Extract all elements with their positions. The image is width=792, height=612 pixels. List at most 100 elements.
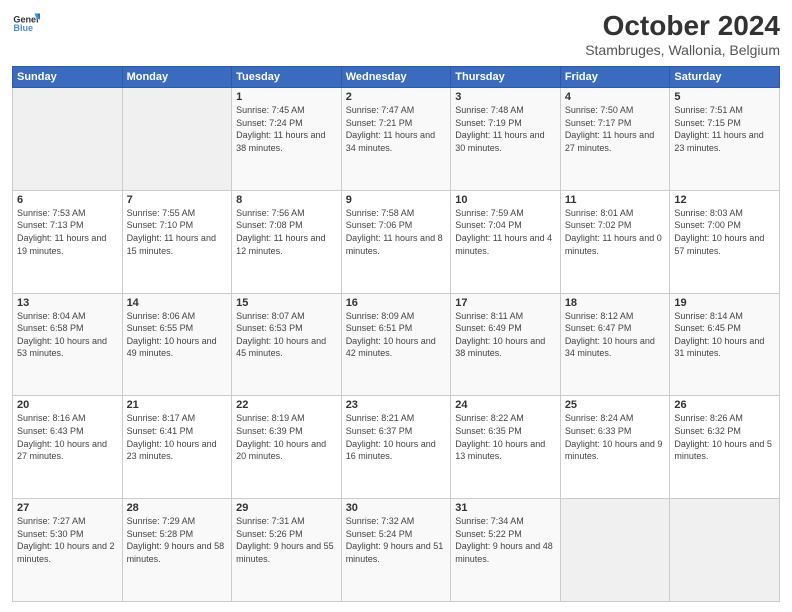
calendar-cell: 2Sunrise: 7:47 AMSunset: 7:21 PMDaylight… — [341, 88, 451, 191]
calendar-cell: 20Sunrise: 8:16 AMSunset: 6:43 PMDayligh… — [13, 396, 123, 499]
calendar-header-sunday: Sunday — [13, 67, 123, 88]
day-info: Sunrise: 8:21 AMSunset: 6:37 PMDaylight:… — [346, 412, 447, 462]
day-info: Sunrise: 8:19 AMSunset: 6:39 PMDaylight:… — [236, 412, 337, 462]
day-info: Sunrise: 8:11 AMSunset: 6:49 PMDaylight:… — [455, 310, 556, 360]
calendar-table: SundayMondayTuesdayWednesdayThursdayFrid… — [12, 66, 780, 602]
calendar-cell: 13Sunrise: 8:04 AMSunset: 6:58 PMDayligh… — [13, 293, 123, 396]
calendar-cell: 31Sunrise: 7:34 AMSunset: 5:22 PMDayligh… — [451, 499, 561, 602]
calendar-cell: 16Sunrise: 8:09 AMSunset: 6:51 PMDayligh… — [341, 293, 451, 396]
calendar-cell: 7Sunrise: 7:55 AMSunset: 7:10 PMDaylight… — [122, 190, 232, 293]
day-number: 16 — [346, 297, 447, 309]
day-number: 26 — [674, 399, 775, 411]
calendar-cell: 22Sunrise: 8:19 AMSunset: 6:39 PMDayligh… — [232, 396, 342, 499]
calendar-cell: 27Sunrise: 7:27 AMSunset: 5:30 PMDayligh… — [13, 499, 123, 602]
calendar-cell: 19Sunrise: 8:14 AMSunset: 6:45 PMDayligh… — [670, 293, 780, 396]
day-number: 8 — [236, 194, 337, 206]
day-info: Sunrise: 7:59 AMSunset: 7:04 PMDaylight:… — [455, 207, 556, 257]
calendar-week-row: 20Sunrise: 8:16 AMSunset: 6:43 PMDayligh… — [13, 396, 780, 499]
day-number: 30 — [346, 502, 447, 514]
day-info: Sunrise: 7:31 AMSunset: 5:26 PMDaylight:… — [236, 515, 337, 565]
day-info: Sunrise: 8:09 AMSunset: 6:51 PMDaylight:… — [346, 310, 447, 360]
day-info: Sunrise: 7:56 AMSunset: 7:08 PMDaylight:… — [236, 207, 337, 257]
calendar-cell: 1Sunrise: 7:45 AMSunset: 7:24 PMDaylight… — [232, 88, 342, 191]
calendar-header-saturday: Saturday — [670, 67, 780, 88]
calendar-cell: 8Sunrise: 7:56 AMSunset: 7:08 PMDaylight… — [232, 190, 342, 293]
calendar-cell: 9Sunrise: 7:58 AMSunset: 7:06 PMDaylight… — [341, 190, 451, 293]
calendar-cell: 12Sunrise: 8:03 AMSunset: 7:00 PMDayligh… — [670, 190, 780, 293]
calendar-body: 1Sunrise: 7:45 AMSunset: 7:24 PMDaylight… — [13, 88, 780, 602]
calendar-cell: 14Sunrise: 8:06 AMSunset: 6:55 PMDayligh… — [122, 293, 232, 396]
calendar-cell: 28Sunrise: 7:29 AMSunset: 5:28 PMDayligh… — [122, 499, 232, 602]
calendar-header-tuesday: Tuesday — [232, 67, 342, 88]
subtitle: Stambruges, Wallonia, Belgium — [585, 42, 780, 58]
day-info: Sunrise: 7:29 AMSunset: 5:28 PMDaylight:… — [127, 515, 228, 565]
day-number: 17 — [455, 297, 556, 309]
calendar-cell — [560, 499, 670, 602]
calendar-header-thursday: Thursday — [451, 67, 561, 88]
main-title: October 2024 — [585, 10, 780, 42]
calendar-cell: 29Sunrise: 7:31 AMSunset: 5:26 PMDayligh… — [232, 499, 342, 602]
calendar-cell: 23Sunrise: 8:21 AMSunset: 6:37 PMDayligh… — [341, 396, 451, 499]
day-info: Sunrise: 7:32 AMSunset: 5:24 PMDaylight:… — [346, 515, 447, 565]
day-info: Sunrise: 7:34 AMSunset: 5:22 PMDaylight:… — [455, 515, 556, 565]
day-number: 27 — [17, 502, 118, 514]
day-number: 15 — [236, 297, 337, 309]
day-number: 31 — [455, 502, 556, 514]
svg-text:Blue: Blue — [13, 23, 33, 33]
calendar-cell: 4Sunrise: 7:50 AMSunset: 7:17 PMDaylight… — [560, 88, 670, 191]
title-block: October 2024 Stambruges, Wallonia, Belgi… — [585, 10, 780, 58]
calendar-cell: 24Sunrise: 8:22 AMSunset: 6:35 PMDayligh… — [451, 396, 561, 499]
day-info: Sunrise: 8:24 AMSunset: 6:33 PMDaylight:… — [565, 412, 666, 462]
calendar-cell — [122, 88, 232, 191]
day-info: Sunrise: 8:22 AMSunset: 6:35 PMDaylight:… — [455, 412, 556, 462]
day-number: 28 — [127, 502, 228, 514]
calendar-cell — [13, 88, 123, 191]
calendar-cell: 30Sunrise: 7:32 AMSunset: 5:24 PMDayligh… — [341, 499, 451, 602]
day-info: Sunrise: 7:47 AMSunset: 7:21 PMDaylight:… — [346, 104, 447, 154]
calendar-header-wednesday: Wednesday — [341, 67, 451, 88]
day-number: 23 — [346, 399, 447, 411]
day-number: 19 — [674, 297, 775, 309]
calendar-cell: 5Sunrise: 7:51 AMSunset: 7:15 PMDaylight… — [670, 88, 780, 191]
day-info: Sunrise: 8:06 AMSunset: 6:55 PMDaylight:… — [127, 310, 228, 360]
calendar-cell: 3Sunrise: 7:48 AMSunset: 7:19 PMDaylight… — [451, 88, 561, 191]
day-number: 1 — [236, 91, 337, 103]
day-info: Sunrise: 7:45 AMSunset: 7:24 PMDaylight:… — [236, 104, 337, 154]
day-info: Sunrise: 8:26 AMSunset: 6:32 PMDaylight:… — [674, 412, 775, 462]
calendar-week-row: 1Sunrise: 7:45 AMSunset: 7:24 PMDaylight… — [13, 88, 780, 191]
day-info: Sunrise: 8:17 AMSunset: 6:41 PMDaylight:… — [127, 412, 228, 462]
calendar-cell: 11Sunrise: 8:01 AMSunset: 7:02 PMDayligh… — [560, 190, 670, 293]
day-number: 20 — [17, 399, 118, 411]
day-info: Sunrise: 8:12 AMSunset: 6:47 PMDaylight:… — [565, 310, 666, 360]
day-number: 9 — [346, 194, 447, 206]
day-number: 12 — [674, 194, 775, 206]
day-number: 3 — [455, 91, 556, 103]
calendar-cell: 17Sunrise: 8:11 AMSunset: 6:49 PMDayligh… — [451, 293, 561, 396]
day-info: Sunrise: 8:01 AMSunset: 7:02 PMDaylight:… — [565, 207, 666, 257]
calendar-week-row: 13Sunrise: 8:04 AMSunset: 6:58 PMDayligh… — [13, 293, 780, 396]
day-number: 25 — [565, 399, 666, 411]
day-info: Sunrise: 7:48 AMSunset: 7:19 PMDaylight:… — [455, 104, 556, 154]
calendar-cell: 21Sunrise: 8:17 AMSunset: 6:41 PMDayligh… — [122, 396, 232, 499]
day-number: 18 — [565, 297, 666, 309]
calendar-cell — [670, 499, 780, 602]
calendar-header-row: SundayMondayTuesdayWednesdayThursdayFrid… — [13, 67, 780, 88]
day-info: Sunrise: 7:53 AMSunset: 7:13 PMDaylight:… — [17, 207, 118, 257]
calendar-cell: 10Sunrise: 7:59 AMSunset: 7:04 PMDayligh… — [451, 190, 561, 293]
day-number: 22 — [236, 399, 337, 411]
day-number: 2 — [346, 91, 447, 103]
day-info: Sunrise: 8:07 AMSunset: 6:53 PMDaylight:… — [236, 310, 337, 360]
calendar-week-row: 27Sunrise: 7:27 AMSunset: 5:30 PMDayligh… — [13, 499, 780, 602]
page-header: General Blue October 2024 Stambruges, Wa… — [12, 10, 780, 58]
day-info: Sunrise: 7:58 AMSunset: 7:06 PMDaylight:… — [346, 207, 447, 257]
calendar-header-monday: Monday — [122, 67, 232, 88]
day-number: 29 — [236, 502, 337, 514]
day-info: Sunrise: 7:50 AMSunset: 7:17 PMDaylight:… — [565, 104, 666, 154]
day-info: Sunrise: 8:14 AMSunset: 6:45 PMDaylight:… — [674, 310, 775, 360]
day-number: 13 — [17, 297, 118, 309]
day-info: Sunrise: 8:16 AMSunset: 6:43 PMDaylight:… — [17, 412, 118, 462]
day-number: 5 — [674, 91, 775, 103]
day-number: 10 — [455, 194, 556, 206]
day-info: Sunrise: 8:03 AMSunset: 7:00 PMDaylight:… — [674, 207, 775, 257]
day-info: Sunrise: 8:04 AMSunset: 6:58 PMDaylight:… — [17, 310, 118, 360]
